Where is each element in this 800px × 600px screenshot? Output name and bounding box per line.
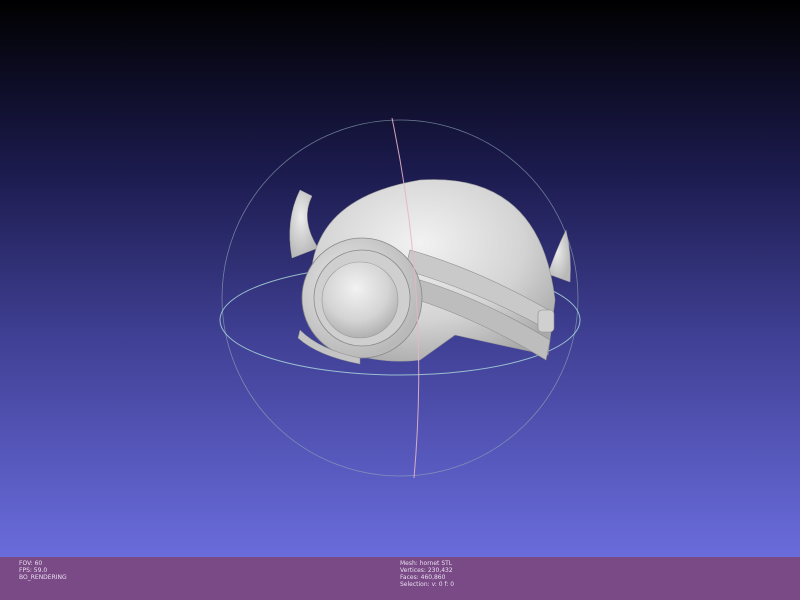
- fov-readout: FOV: 60: [19, 560, 43, 567]
- mesh-info: Mesh: hornet STL Vertices: 230,432 Faces…: [400, 560, 454, 588]
- band-end-cap: [537, 309, 555, 333]
- left-horn: [289, 189, 319, 259]
- mesh-name-readout: Mesh: hornet STL: [400, 560, 453, 567]
- selection-readout: Selection: v: 0 f: 0: [400, 581, 455, 588]
- right-horn: [547, 229, 571, 283]
- vertices-readout: Vertices: 230,432: [400, 567, 453, 574]
- helmet-model[interactable]: [289, 179, 571, 365]
- fps-readout: FPS: 59.0: [19, 567, 48, 574]
- faces-readout: Faces: 460,860: [400, 574, 446, 581]
- 3d-viewport[interactable]: [0, 0, 800, 557]
- render-mode-readout: BO_RENDERING: [19, 574, 67, 581]
- ear-piece-inner: [321, 261, 399, 339]
- render-info: FOV: 60 FPS: 59.0 BO_RENDERING: [19, 560, 67, 581]
- status-bar: FOV: 60 FPS: 59.0 BO_RENDERING Mesh: hor…: [0, 557, 800, 600]
- scene-canvas[interactable]: [0, 0, 800, 557]
